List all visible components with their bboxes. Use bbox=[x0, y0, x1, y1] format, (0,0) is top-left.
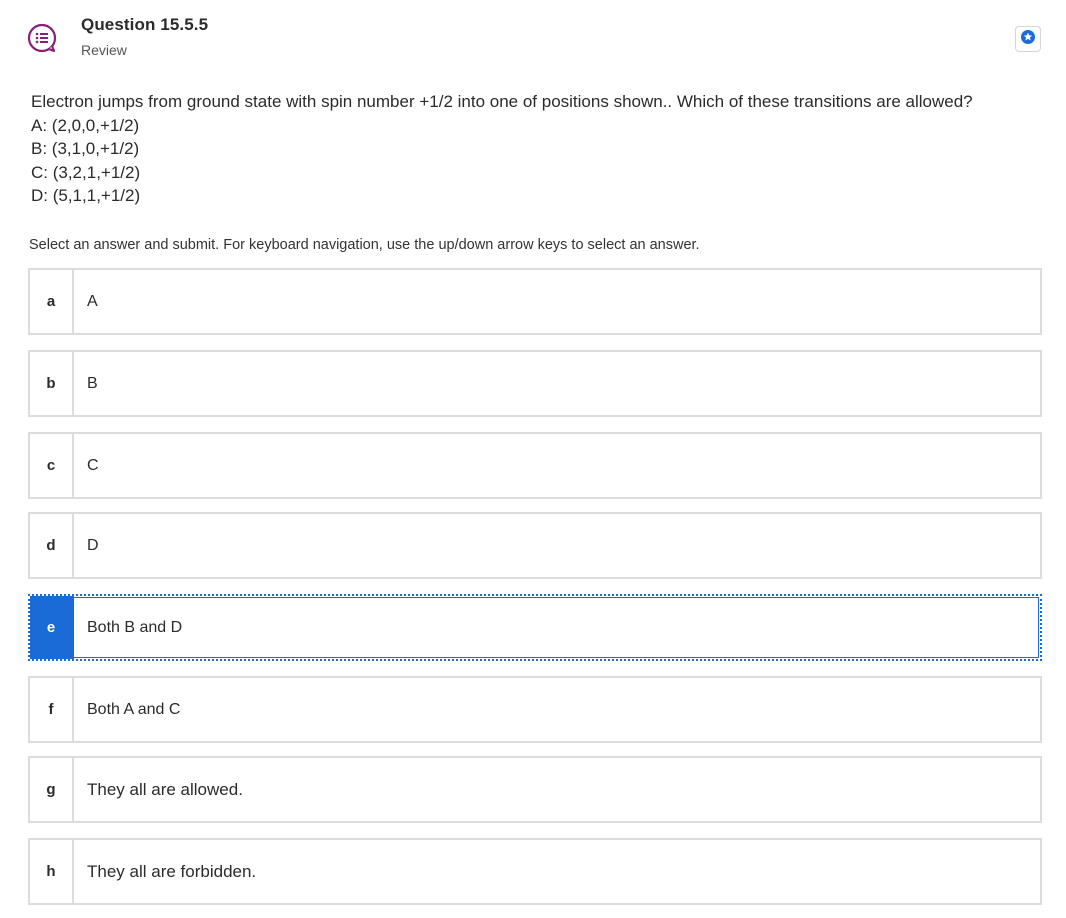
option-text: Both B and D bbox=[87, 618, 183, 636]
question-line: B: (3,1,0,+1/2) bbox=[31, 139, 140, 158]
bookmark-button[interactable] bbox=[1015, 26, 1041, 52]
option-letter: f bbox=[30, 678, 74, 741]
answer-option-f[interactable]: f Both A and C bbox=[28, 676, 1042, 743]
answer-option-b[interactable]: b B bbox=[28, 350, 1042, 417]
option-text: A bbox=[87, 292, 98, 310]
star-icon bbox=[1021, 29, 1035, 49]
option-letter: g bbox=[30, 758, 74, 821]
question-line: A: (2,0,0,+1/2) bbox=[31, 115, 140, 135]
option-text: C bbox=[87, 456, 99, 474]
option-letter: c bbox=[30, 434, 74, 497]
option-letter: e bbox=[30, 596, 74, 659]
page-title: Question 15.5.5 bbox=[81, 15, 209, 34]
option-text: D bbox=[87, 536, 99, 554]
question-list-icon bbox=[27, 23, 57, 53]
answer-instructions: Select an answer and submit. For keyboar… bbox=[29, 237, 700, 253]
answer-option-e[interactable]: e Both B and D bbox=[28, 594, 1042, 661]
question-line: D: (5,1,1,+1/2) bbox=[31, 186, 141, 205]
answer-option-a[interactable]: a A bbox=[28, 268, 1042, 335]
option-letter: b bbox=[30, 352, 74, 415]
answer-option-c[interactable]: c C bbox=[28, 432, 1042, 499]
option-letter: a bbox=[30, 270, 74, 333]
question-stem: Electron jumps from ground state with sp… bbox=[31, 92, 973, 111]
question-page: Question 15.5.5 Review Electron jumps fr… bbox=[0, 0, 1066, 918]
page-subtitle: Review bbox=[81, 42, 127, 58]
answer-option-h[interactable]: h They all are forbidden. bbox=[28, 838, 1042, 905]
option-text: Both A and C bbox=[87, 700, 181, 718]
option-text: They all are allowed. bbox=[87, 779, 243, 799]
question-line: C: (3,2,1,+1/2) bbox=[31, 162, 141, 182]
answer-option-g[interactable]: g They all are allowed. bbox=[28, 756, 1042, 823]
answer-option-d[interactable]: d D bbox=[28, 512, 1042, 579]
option-text: They all are forbidden. bbox=[87, 861, 257, 881]
option-letter: h bbox=[30, 840, 74, 903]
question-header: Question 15.5.5 Review bbox=[0, 0, 1066, 80]
question-text: Electron jumps from ground state with sp… bbox=[31, 90, 1041, 208]
option-letter: d bbox=[30, 514, 74, 577]
option-text: B bbox=[87, 374, 98, 392]
